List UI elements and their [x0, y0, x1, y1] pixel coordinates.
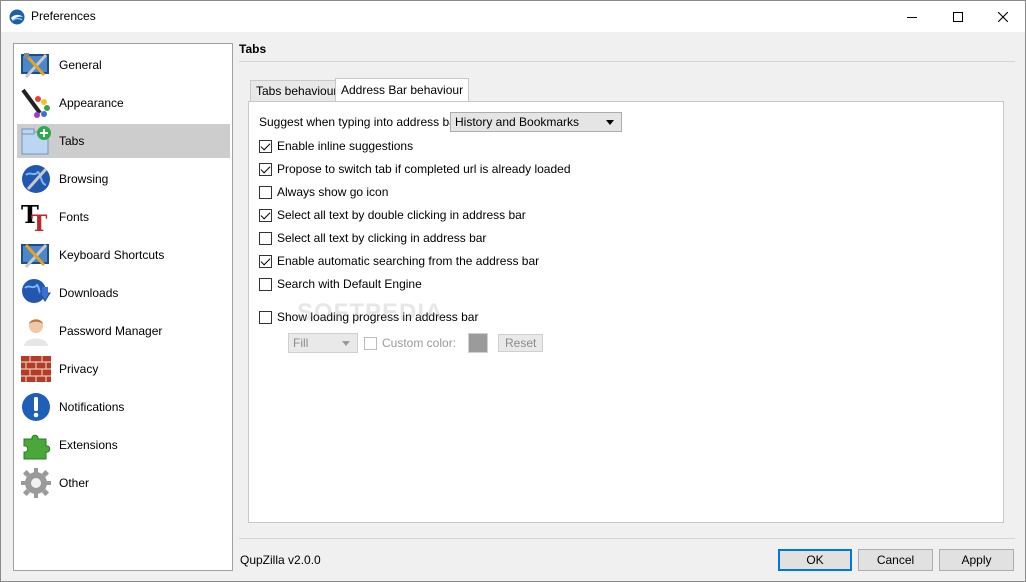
- option-select-all-double-click[interactable]: Select all text by double clicking in ad…: [259, 206, 526, 224]
- checkbox[interactable]: [364, 336, 377, 350]
- option-label: Enable automatic searching from the addr…: [277, 254, 540, 268]
- option-propose-switch-tab[interactable]: Propose to switch tab if completed url i…: [259, 160, 571, 178]
- checkbox[interactable]: [259, 310, 272, 324]
- suggest-select[interactable]: History and Bookmarks: [450, 112, 622, 132]
- progress-style-select[interactable]: Fill: [288, 333, 358, 353]
- version-label: QupZilla v2.0.0: [240, 553, 321, 567]
- qupzilla-app-icon: [9, 9, 25, 25]
- sidebar-item-tabs[interactable]: Tabs: [17, 124, 230, 158]
- checkbox[interactable]: [259, 162, 272, 176]
- maximize-button[interactable]: [935, 1, 981, 32]
- option-automatic-searching[interactable]: Enable automatic searching from the addr…: [259, 252, 539, 270]
- footer-divider: [239, 538, 1015, 539]
- option-search-default-engine[interactable]: Search with Default Engine: [259, 275, 422, 293]
- preferences-window: Preferences General Appearance Tabs Brow…: [0, 0, 1026, 582]
- sidebar-item-label: Downloads: [59, 286, 119, 300]
- checkbox[interactable]: [259, 139, 272, 153]
- checkbox[interactable]: [259, 208, 272, 222]
- sidebar-item-label: Fonts: [59, 210, 90, 224]
- close-button[interactable]: [980, 1, 1026, 32]
- option-label: Enable inline suggestions: [277, 139, 414, 153]
- suggest-label: Suggest when typing into address bar:: [259, 115, 464, 129]
- downloads-icon: [20, 277, 52, 309]
- sidebar-item-label: Keyboard Shortcuts: [59, 248, 165, 262]
- general-icon: [20, 49, 52, 81]
- close-icon: [998, 11, 1008, 22]
- color-swatch-button[interactable]: [468, 333, 488, 353]
- other-icon: [20, 467, 52, 499]
- cancel-button[interactable]: Cancel: [858, 549, 933, 571]
- suggest-row: Suggest when typing into address bar:: [259, 113, 463, 131]
- custom-color-option[interactable]: Custom color:: [364, 334, 456, 352]
- option-label: Select all text by double clicking in ad…: [277, 208, 526, 222]
- chevron-down-icon: [342, 341, 350, 346]
- tab-address-bar-behaviour[interactable]: Address Bar behaviour: [335, 78, 470, 101]
- svg-text:T: T: [31, 211, 48, 233]
- appearance-icon: [20, 87, 52, 119]
- option-label: Propose to switch tab if completed url i…: [277, 162, 571, 176]
- sidebar-item-label: Browsing: [59, 172, 109, 186]
- checkbox[interactable]: [259, 185, 272, 199]
- extensions-icon: [20, 429, 52, 461]
- tab-tabs-behaviour[interactable]: Tabs behaviour: [250, 80, 344, 101]
- sidebar-item-label: Other: [59, 476, 90, 490]
- sidebar-item-other[interactable]: Other: [17, 466, 230, 500]
- sidebar-item-label: Notifications: [59, 400, 125, 414]
- sidebar-item-keyboard-shortcuts[interactable]: Keyboard Shortcuts: [17, 238, 230, 272]
- maximize-icon: [953, 11, 963, 22]
- password-manager-icon: [20, 315, 52, 347]
- sidebar-item-password-manager[interactable]: Password Manager: [17, 314, 230, 348]
- option-label: Search with Default Engine: [277, 277, 422, 291]
- sidebar-item-downloads[interactable]: Downloads: [17, 276, 230, 310]
- sidebar-item-general[interactable]: General: [17, 48, 230, 82]
- tabs-icon: [20, 125, 52, 157]
- sidebar-item-label: Tabs: [59, 134, 85, 148]
- progress-style-value: Fill: [293, 336, 309, 350]
- chevron-down-icon: [606, 120, 614, 125]
- sidebar-item-label: General: [59, 58, 102, 72]
- apply-button[interactable]: Apply: [939, 549, 1014, 571]
- option-always-show-go-icon[interactable]: Always show go icon: [259, 183, 388, 201]
- keyboard-shortcuts-icon: [20, 239, 52, 271]
- notifications-icon: [20, 391, 52, 423]
- checkbox[interactable]: [259, 231, 272, 245]
- option-select-all-click[interactable]: Select all text by clicking in address b…: [259, 229, 486, 247]
- fonts-icon: TT: [20, 200, 52, 237]
- watermark: SOFTPEDIA: [297, 299, 444, 326]
- sidebar-item-extensions[interactable]: Extensions: [17, 428, 230, 462]
- sidebar-item-browsing[interactable]: Browsing: [17, 162, 230, 196]
- window-title: Preferences: [31, 9, 96, 23]
- suggest-value: History and Bookmarks: [455, 115, 580, 129]
- title-divider: [239, 61, 1015, 62]
- privacy-icon: [20, 353, 52, 385]
- browsing-icon: [20, 163, 52, 195]
- minimize-button[interactable]: [889, 1, 935, 32]
- page-title: Tabs: [239, 42, 267, 56]
- sidebar-item-label: Privacy: [59, 362, 99, 376]
- sidebar-item-label: Appearance: [59, 96, 124, 110]
- ok-button[interactable]: OK: [778, 549, 852, 571]
- reset-button[interactable]: Reset: [498, 334, 544, 352]
- title-bar[interactable]: Preferences: [1, 1, 1025, 32]
- sidebar-item-fonts[interactable]: TT Fonts: [17, 200, 230, 237]
- custom-color-label: Custom color:: [382, 336, 457, 350]
- option-label: Select all text by clicking in address b…: [277, 231, 487, 245]
- checkbox[interactable]: [259, 254, 272, 268]
- sidebar-item-privacy[interactable]: Privacy: [17, 352, 230, 386]
- sidebar-item-appearance[interactable]: Appearance: [17, 86, 230, 120]
- minimize-icon: [907, 16, 917, 18]
- option-label: Always show go icon: [277, 185, 389, 199]
- sidebar-item-label: Extensions: [59, 438, 118, 452]
- sidebar-item-notifications[interactable]: Notifications: [17, 390, 230, 424]
- sidebar-item-label: Password Manager: [59, 324, 163, 338]
- preferences-sidebar: General Appearance Tabs Browsing TT Font…: [13, 43, 233, 571]
- checkbox[interactable]: [259, 277, 272, 291]
- option-enable-inline-suggestions[interactable]: Enable inline suggestions: [259, 137, 413, 155]
